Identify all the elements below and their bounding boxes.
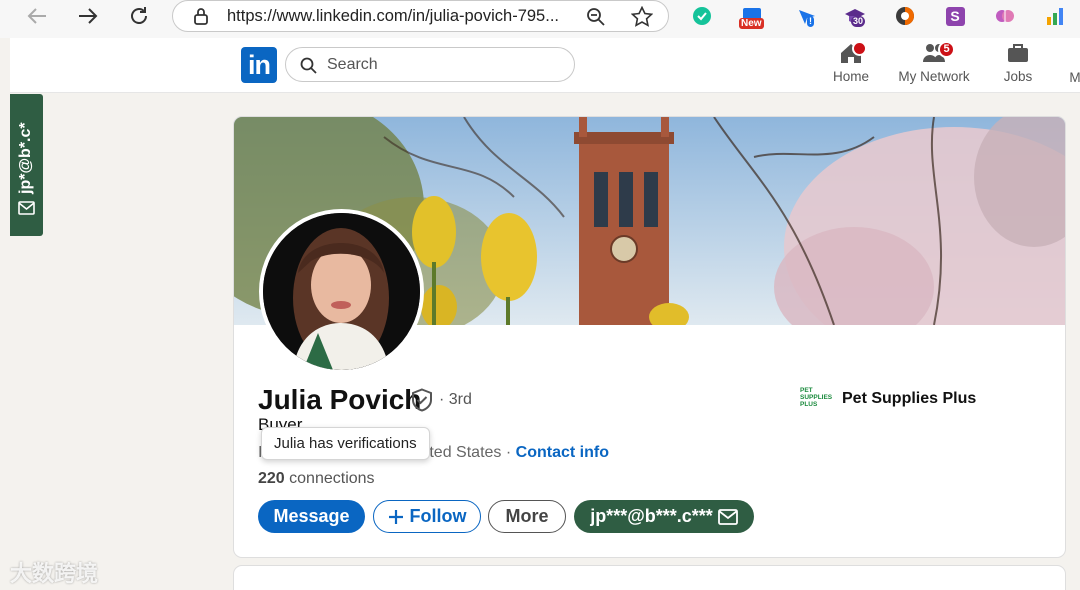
search-placeholder: Search [327, 56, 378, 73]
nav-my-network[interactable]: 5 My Network [894, 41, 974, 84]
current-company[interactable]: PET SUPPLIES PLUS Pet Supplies Plus [800, 387, 976, 411]
profile-name: Julia Povich [258, 384, 422, 415]
lock-icon [194, 8, 208, 25]
zoom-icon [587, 8, 605, 26]
more-button[interactable]: More [488, 500, 566, 533]
favorite-star-icon [631, 6, 653, 27]
back-button[interactable] [22, 3, 52, 29]
follow-button[interactable]: Follow [373, 500, 481, 533]
linkedin-logo[interactable]: in [241, 47, 277, 83]
verification-shield-icon[interactable] [411, 388, 433, 412]
nav-jobs-label: Jobs [1003, 69, 1033, 84]
connections-number: 220 [258, 470, 285, 487]
grammarly-icon[interactable] [690, 4, 714, 28]
plus-icon [388, 509, 403, 524]
company-name: Pet Supplies Plus [842, 390, 977, 407]
grad-cap-icon[interactable]: 30 [843, 4, 867, 28]
company-logo: PET SUPPLIES PLUS [800, 387, 833, 408]
home-notification-dot [852, 41, 867, 56]
email-finder-side-tab[interactable]: jp*@b*.c* [10, 94, 43, 236]
search-icon [300, 57, 317, 74]
nav-jobs[interactable]: Jobs [993, 42, 1043, 84]
connections-label: connections [289, 470, 375, 487]
email-reveal-button[interactable]: jp***@b***.c*** [574, 500, 754, 533]
follow-button-label: Follow [409, 506, 467, 526]
url-text: https://www.linkedin.com/in/julia-povich… [227, 7, 559, 25]
brain-icon[interactable] [993, 4, 1017, 28]
s-extension-icon[interactable]: S [943, 4, 967, 28]
search-input[interactable]: Search [285, 47, 575, 82]
nav-home[interactable]: Home [826, 41, 876, 84]
forward-arrow-icon [79, 8, 98, 24]
linkedin-top-nav: in Search Home 5 My Network Jobs M [10, 38, 1080, 93]
verifications-tooltip: Julia has verifications [261, 427, 430, 460]
watermark-text: 大数跨境 [10, 561, 99, 586]
jobs-briefcase-icon [1008, 44, 1028, 62]
profile-avatar[interactable] [259, 209, 424, 374]
forward-button[interactable] [73, 3, 103, 29]
message-button[interactable]: Message [258, 500, 365, 533]
email-button-label: jp***@b***.c*** [590, 506, 713, 526]
back-arrow-icon [27, 8, 46, 24]
reload-icon [131, 7, 147, 24]
my-network-badge: 5 [938, 41, 955, 58]
mail-icon [18, 201, 35, 215]
notify-extension-icon[interactable]: ! [795, 4, 819, 28]
bars-chart-icon[interactable] [1043, 4, 1067, 28]
address-bar[interactable]: https://www.linkedin.com/in/julia-povich… [172, 0, 669, 32]
dark-circle-icon[interactable] [893, 4, 917, 28]
new-extension-icon[interactable]: New [739, 4, 764, 29]
side-tab-email-text: jp*@b*.c* [17, 122, 34, 194]
envelope-icon [717, 508, 738, 525]
nav-my-network-label: My Network [898, 69, 970, 84]
connections-count[interactable]: 220 connections [258, 470, 375, 488]
location-text: ted States · [429, 444, 512, 461]
browser-toolbar: https://www.linkedin.com/in/julia-povich… [0, 0, 1080, 38]
contact-info-link[interactable]: Contact info [516, 444, 609, 461]
nav-more-item[interactable]: M [1065, 68, 1080, 85]
nav-home-label: Home [832, 69, 869, 84]
nav-more-label: M [1069, 70, 1080, 85]
next-section-card [233, 565, 1066, 590]
message-button-label: Message [273, 506, 350, 526]
profile-card: Julia Povich · 3rd Buyer I ted States · … [233, 116, 1066, 558]
connection-degree: · 3rd [439, 391, 472, 408]
more-button-label: More [505, 506, 549, 526]
reload-button[interactable] [124, 3, 154, 29]
